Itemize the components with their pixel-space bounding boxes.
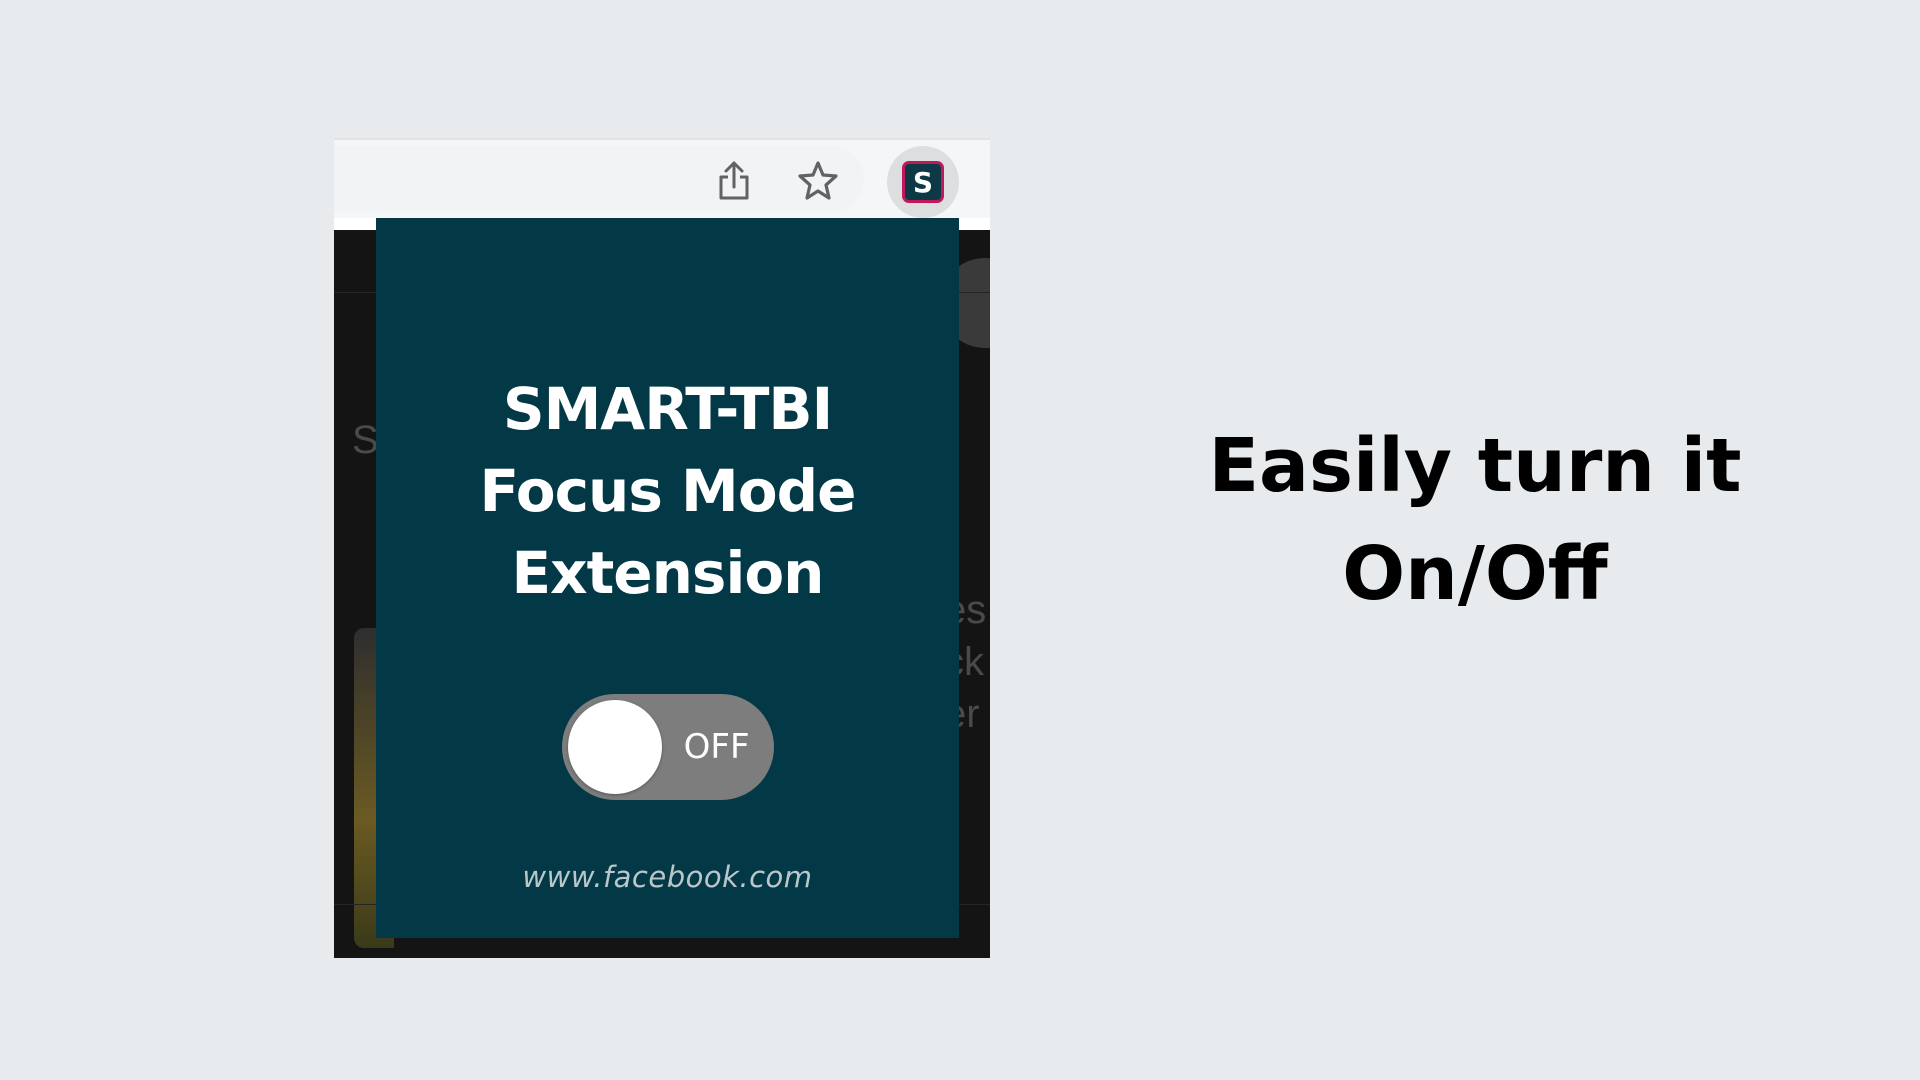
smart-tbi-extension-icon: S [902, 161, 944, 203]
extension-popup: SMART-TBI Focus Mode Extension OFF www.f… [376, 218, 959, 938]
popup-title-line: Focus Mode [479, 457, 857, 525]
background-text: S [352, 418, 379, 462]
share-icon[interactable] [712, 158, 756, 202]
toggle-state-label: OFF [683, 727, 750, 767]
focus-mode-toggle[interactable]: OFF [561, 694, 774, 800]
caption-line: On/Off [1342, 531, 1608, 617]
caption-line: Easily turn it [1208, 423, 1742, 509]
popup-title-line: SMART-TBI [502, 375, 833, 443]
popup-title: SMART-TBI Focus Mode Extension [408, 368, 928, 614]
toggle-knob [567, 700, 662, 794]
current-site-url: www.facebook.com [522, 860, 813, 894]
browser-toolbar: S [334, 138, 990, 230]
star-icon[interactable] [796, 158, 840, 202]
promo-caption: Easily turn it On/Off [1180, 412, 1770, 628]
popup-title-line: Extension [511, 539, 825, 607]
extension-button[interactable]: S [887, 146, 959, 218]
address-bar[interactable] [334, 146, 864, 212]
